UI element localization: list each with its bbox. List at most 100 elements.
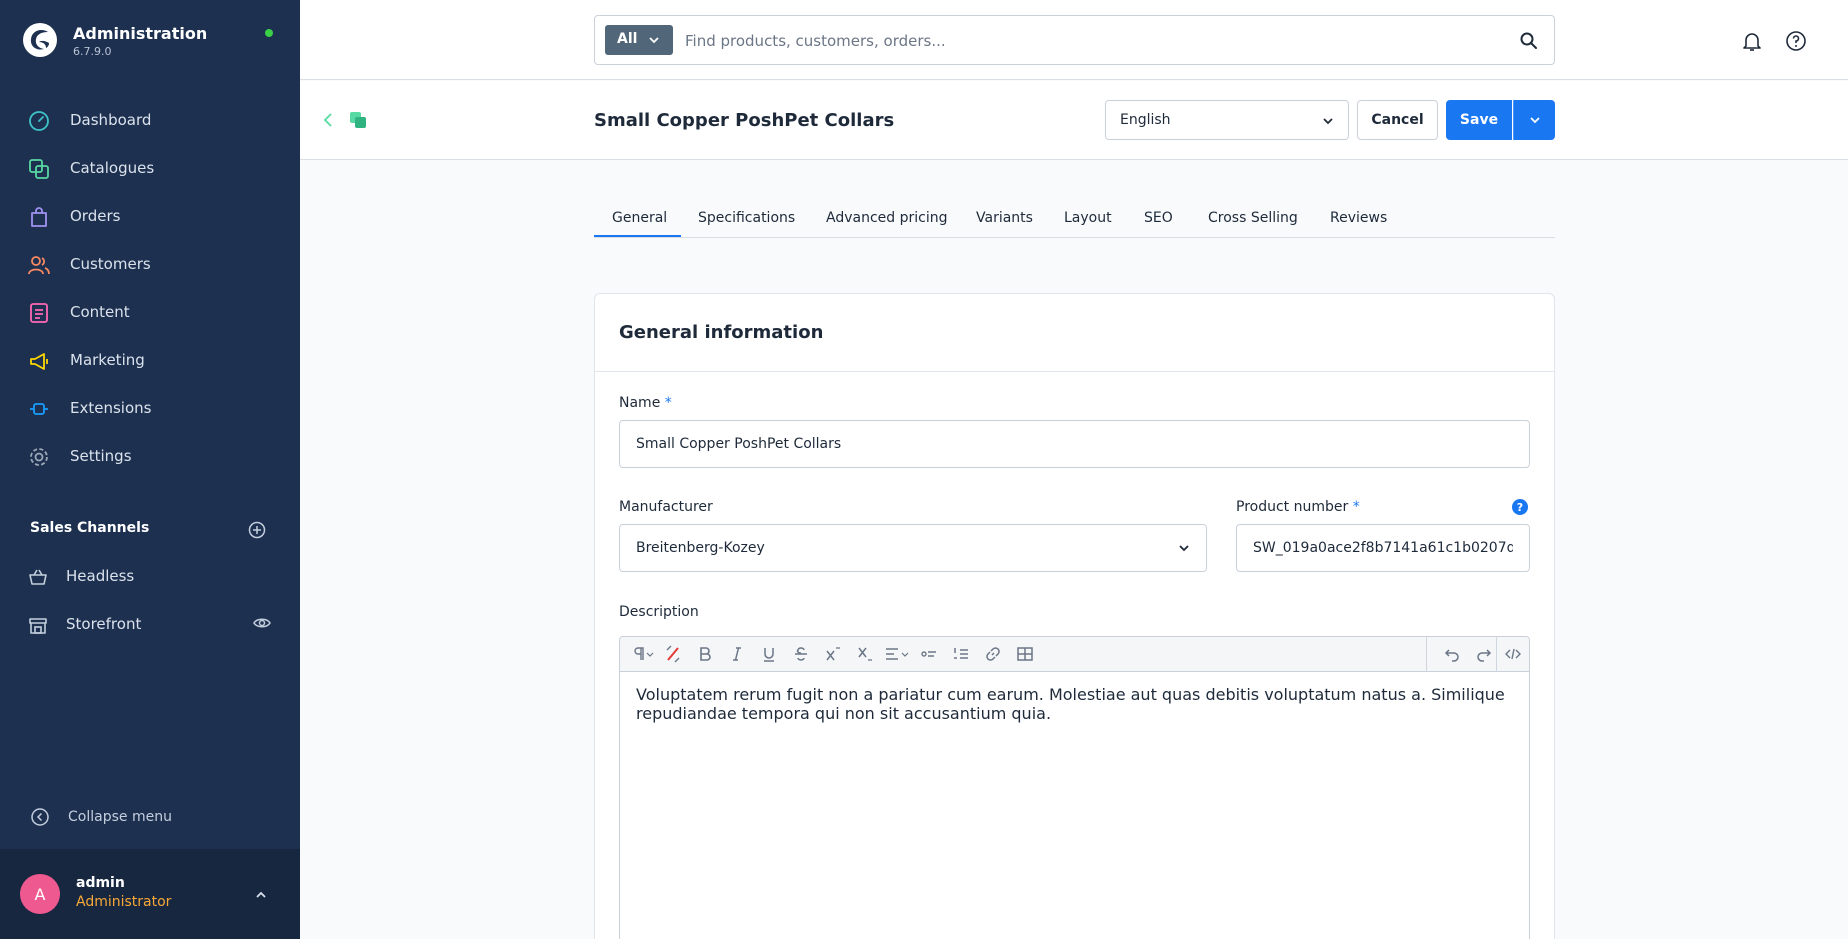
product-tabs: General Specifications Advanced pricing … <box>594 208 1555 238</box>
tab-layout[interactable]: Layout <box>1064 210 1112 226</box>
collapse-menu-button[interactable]: Collapse menu <box>0 800 300 836</box>
sidebar-item-label: Extensions <box>70 399 152 417</box>
sidebar-item-content[interactable]: Content <box>0 292 300 332</box>
sidebar-item-label: Orders <box>70 207 121 225</box>
name-field[interactable] <box>619 420 1530 468</box>
tab-advanced-pricing[interactable]: Advanced pricing <box>826 210 947 226</box>
eye-icon[interactable] <box>253 614 271 632</box>
product-number-label: Product number * <box>1236 499 1360 515</box>
search-icon[interactable] <box>1519 31 1539 51</box>
editor-toolbar <box>620 637 1529 672</box>
chevron-left-icon[interactable] <box>320 111 338 129</box>
sidebar-header: Administration 6.7.9.0 <box>0 0 300 82</box>
superscript-icon[interactable] <box>824 645 842 663</box>
global-search: All <box>594 15 1555 65</box>
user-role: Administrator <box>76 894 172 910</box>
top-bar: All <box>300 0 1848 80</box>
product-number-label-text: Product number <box>1236 499 1349 515</box>
tab-reviews[interactable]: Reviews <box>1330 210 1387 226</box>
sidebar-item-customers[interactable]: Customers <box>0 244 300 284</box>
chevron-down-icon <box>1530 117 1540 124</box>
page-title: Small Copper PoshPet Collars <box>594 110 895 131</box>
sidebar-item-marketing[interactable]: Marketing <box>0 340 300 380</box>
sidebar-item-label: Content <box>70 303 130 321</box>
marketing-icon <box>30 353 48 370</box>
settings-icon <box>30 448 48 466</box>
search-input[interactable] <box>685 26 1465 56</box>
tab-seo[interactable]: SEO <box>1144 210 1173 226</box>
divider <box>595 371 1554 372</box>
extensions-icon <box>30 403 48 415</box>
tab-general[interactable]: General <box>612 210 667 226</box>
tab-variants[interactable]: Variants <box>976 210 1033 226</box>
manufacturer-label: Manufacturer <box>619 499 713 515</box>
product-number-field[interactable] <box>1236 524 1530 572</box>
redo-icon[interactable] <box>1475 645 1493 663</box>
sidebar-item-orders[interactable]: Orders <box>0 196 300 236</box>
name-label: Name * <box>619 395 672 411</box>
add-sales-channel-icon[interactable] <box>248 521 266 539</box>
manufacturer-select[interactable]: Breitenberg-Kozey <box>619 524 1207 572</box>
sales-channels-title: Sales Channels <box>30 520 150 536</box>
sidebar: Administration 6.7.9.0 Dashboard Catalog… <box>0 0 300 939</box>
sidebar-item-label: Catalogues <box>70 159 155 177</box>
status-indicator <box>265 29 273 37</box>
text-color-icon[interactable] <box>664 645 682 663</box>
catalogues-icon <box>29 159 49 179</box>
chevron-up-icon[interactable] <box>253 887 269 903</box>
underline-icon[interactable] <box>760 645 778 663</box>
code-view-icon[interactable] <box>1504 645 1522 663</box>
required-marker: * <box>1352 499 1360 515</box>
tab-cross-selling[interactable]: Cross Selling <box>1208 210 1298 226</box>
save-options-button[interactable] <box>1513 100 1555 140</box>
sales-channel-label: Headless <box>66 567 135 585</box>
active-tab-indicator <box>594 235 681 237</box>
bell-icon[interactable] <box>1741 30 1763 52</box>
sidebar-item-label: Customers <box>70 255 151 273</box>
dashboard-icon <box>29 111 49 131</box>
card-title: General information <box>619 322 824 343</box>
sidebar-item-extensions[interactable]: Extensions <box>0 388 300 428</box>
tab-specifications[interactable]: Specifications <box>698 210 795 226</box>
shopware-logo-icon <box>23 23 57 57</box>
numbered-list-icon[interactable] <box>952 645 970 663</box>
customers-icon <box>28 256 50 275</box>
italic-icon[interactable] <box>728 645 746 663</box>
cancel-button[interactable]: Cancel <box>1357 100 1438 140</box>
name-label-text: Name <box>619 395 661 411</box>
sidebar-item-dashboard[interactable]: Dashboard <box>0 100 300 140</box>
chevron-down-icon <box>649 37 659 44</box>
link-icon[interactable] <box>984 645 1002 663</box>
language-select-value: English <box>1120 112 1171 128</box>
search-scope-dropdown[interactable]: All <box>605 25 673 55</box>
strikethrough-icon[interactable] <box>792 645 810 663</box>
save-button[interactable]: Save <box>1446 100 1512 140</box>
paragraph-format-icon[interactable] <box>630 645 658 663</box>
subscript-icon[interactable] <box>856 645 874 663</box>
sidebar-item-label: Settings <box>70 447 132 465</box>
help-icon[interactable] <box>1785 30 1807 52</box>
language-select[interactable]: English <box>1105 100 1349 140</box>
toolbar-separator <box>1426 637 1427 672</box>
basket-icon <box>29 569 47 585</box>
bold-icon[interactable] <box>696 645 714 663</box>
sidebar-item-settings[interactable]: Settings <box>0 436 300 476</box>
toolbar-separator <box>1496 637 1497 672</box>
sales-channel-headless[interactable]: Headless <box>0 556 300 596</box>
user-menu[interactable]: A admin Administrator <box>0 849 300 939</box>
sales-channel-label: Storefront <box>66 615 142 633</box>
description-editor: Voluptatem rerum fugit non a pariatur cu… <box>619 636 1530 939</box>
description-text[interactable]: Voluptatem rerum fugit non a pariatur cu… <box>636 685 1516 723</box>
orders-icon <box>31 207 47 227</box>
table-icon[interactable] <box>1016 645 1034 663</box>
sidebar-item-label: Marketing <box>70 351 145 369</box>
undo-icon[interactable] <box>1443 645 1461 663</box>
help-icon[interactable]: ? <box>1512 499 1528 515</box>
align-icon[interactable] <box>884 645 912 663</box>
content-icon <box>30 303 48 323</box>
storefront-icon <box>29 618 47 634</box>
description-label: Description <box>619 604 699 620</box>
general-information-card: General information Name * Manufacturer … <box>594 293 1555 939</box>
bullet-list-icon[interactable] <box>920 645 938 663</box>
sidebar-item-catalogues[interactable]: Catalogues <box>0 148 300 188</box>
